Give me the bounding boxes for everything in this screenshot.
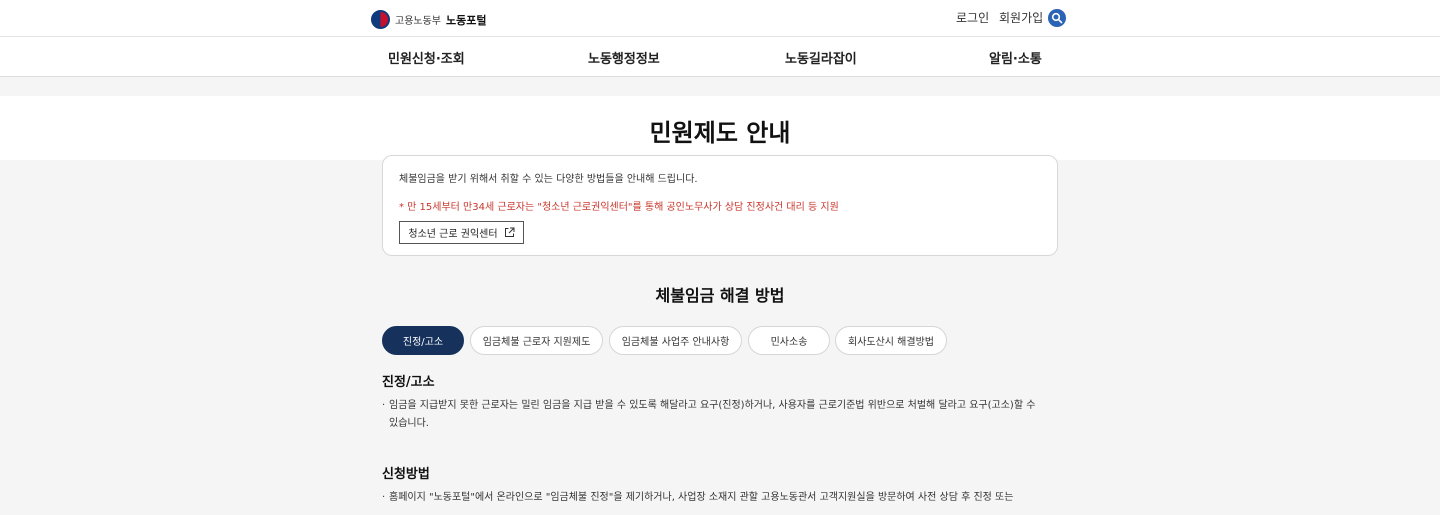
tab-employer-guide[interactable]: 임금체불 사업주 안내사항 <box>609 326 742 355</box>
logo-ministry-text: 고용노동부 <box>395 16 441 27</box>
content-heading-petition: 진정/고소 <box>382 375 435 390</box>
signup-link[interactable]: 회원가입 <box>999 9 1043 26</box>
paragraph-line-2: 있습니다. <box>389 418 429 429</box>
content-paragraph-application: · 홈페이지 "노동포털"에서 온라인으로 "임금체불 진정"을 제기하거나, … <box>382 489 1047 507</box>
search-button[interactable] <box>1048 9 1066 27</box>
tab-bankruptcy[interactable]: 회사도산시 해결방법 <box>835 326 947 355</box>
section-title: 체불임금 해결 방법 <box>655 286 785 305</box>
paragraph-line-1: 홈페이지 "노동포털"에서 온라인으로 "임금체불 진정"을 제기하거나, 사업… <box>389 492 1014 503</box>
content-heading-application: 신청방법 <box>382 467 430 482</box>
tab-civil-suit[interactable]: 민사소송 <box>748 326 830 355</box>
gnb-item-labor-guide[interactable]: 노동길라잡이 <box>785 48 857 67</box>
ministry-emblem-icon <box>371 10 390 29</box>
gnb-item-civil-petition[interactable]: 민원신청·조회 <box>388 48 465 67</box>
login-link[interactable]: 로그인 <box>956 9 989 26</box>
gnb-item-labor-admin[interactable]: 노동행정정보 <box>588 48 660 67</box>
tab-worker-support[interactable]: 임금체불 근로자 지원제도 <box>470 326 603 355</box>
info-box: 체불임금을 받기 위해서 취할 수 있는 다양한 방법들을 안내해 드립니다. … <box>382 155 1058 256</box>
youth-center-button-label: 청소년 근로 권익센터 <box>408 229 498 240</box>
tab-petition-complaint[interactable]: 진정/고소 <box>382 326 464 355</box>
logo-portal-text: 노동포털 <box>446 13 487 27</box>
page-title: 민원제도 안내 <box>649 119 791 147</box>
search-icon <box>1051 12 1063 24</box>
logo[interactable]: 고용노동부 노동포털 <box>371 10 486 29</box>
bullet-mark: · <box>382 400 386 411</box>
content-paragraph-petition: · 임금을 지급받지 못한 근로자는 밀린 임금을 지급 받을 수 있도록 해달… <box>382 397 1047 433</box>
external-link-icon <box>504 227 515 237</box>
info-text: 체불임금을 받기 위해서 취할 수 있는 다양한 방법들을 안내해 드립니다. <box>399 174 698 185</box>
top-header: 고용노동부 노동포털 로그인 회원가입 <box>0 0 1440 37</box>
gnb-item-notice[interactable]: 알림·소통 <box>989 48 1042 67</box>
bullet-mark: · <box>382 492 386 503</box>
main-navigation: 민원신청·조회 노동행정정보 노동길라잡이 알림·소통 <box>0 37 1440 77</box>
youth-center-button[interactable]: 청소년 근로 권익센터 <box>399 221 524 244</box>
paragraph-line-1: 임금을 지급받지 못한 근로자는 밀린 임금을 지급 받을 수 있도록 해달라고… <box>389 400 1036 411</box>
youth-notice: * 만 15세부터 만34세 근로자는 "청소년 근로권익센터"를 통해 공인노… <box>399 202 839 213</box>
